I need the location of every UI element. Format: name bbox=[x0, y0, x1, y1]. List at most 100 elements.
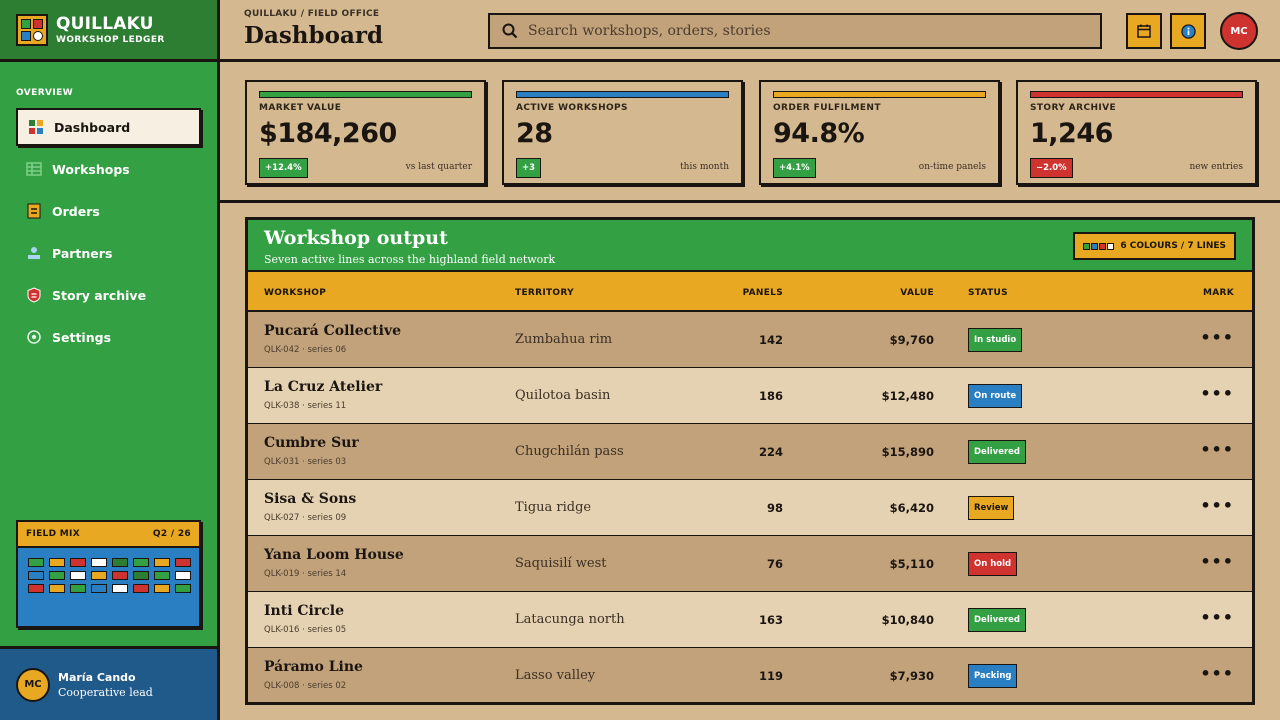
status-badge: Review bbox=[968, 496, 1015, 520]
col-mark: MARK bbox=[1202, 288, 1234, 298]
sidebar-item-settings[interactable]: Settings bbox=[16, 318, 201, 356]
status-badge: On route bbox=[968, 384, 1023, 408]
calendar-button[interactable] bbox=[1126, 13, 1162, 49]
kpi-accent-bar bbox=[259, 91, 472, 98]
workshop-name[interactable]: Pucará Collective bbox=[264, 323, 401, 339]
workshop-name[interactable]: Inti Circle bbox=[264, 603, 344, 619]
sidebar-item-label: Workshops bbox=[52, 161, 130, 177]
kpi-note: on-time panels bbox=[918, 162, 986, 172]
sidebar-item-story-archive[interactable]: Story archive bbox=[16, 276, 201, 314]
more-options-icon[interactable]: ••• bbox=[1200, 496, 1234, 515]
mix-cell bbox=[70, 584, 86, 593]
mix-cell bbox=[175, 558, 191, 567]
breadcrumb: QUILLAKU / FIELD OFFICE bbox=[244, 9, 380, 19]
user-name: María Cando bbox=[58, 670, 136, 684]
mix-cell bbox=[49, 584, 65, 593]
value-amount: $9,760 bbox=[889, 333, 934, 347]
table-row[interactable]: Sisa & Sons QLK-027 · series 09 Tigua ridg… bbox=[248, 480, 1252, 536]
workshop-name[interactable]: Sisa & Sons bbox=[264, 491, 356, 507]
sidebar-item-label: Dashboard bbox=[54, 119, 131, 135]
colour-legend-chip[interactable]: 6 COLOURS / 7 LINES bbox=[1073, 232, 1236, 260]
workshop-name[interactable]: Páramo Line bbox=[264, 659, 363, 675]
workshop-code: QLK-019 · series 14 bbox=[264, 569, 347, 579]
kpi-label: MARKET VALUE bbox=[259, 103, 342, 113]
table-row[interactable]: Cumbre Sur QLK-031 · series 03 Chugchilán … bbox=[248, 424, 1252, 480]
table-row[interactable]: Inti Circle QLK-016 · series 05 Latacunga … bbox=[248, 592, 1252, 648]
info-button[interactable] bbox=[1170, 13, 1206, 49]
user-card[interactable]: MC María Cando Cooperative lead bbox=[0, 646, 217, 720]
section-divider bbox=[220, 200, 1280, 203]
table-row[interactable]: Yana Loom House QLK-019 · series 14 Saquis… bbox=[248, 536, 1252, 592]
more-options-icon[interactable]: ••• bbox=[1200, 440, 1234, 459]
mix-cell bbox=[154, 584, 170, 593]
workshop-name[interactable]: Cumbre Sur bbox=[264, 435, 359, 451]
more-options-icon[interactable]: ••• bbox=[1200, 552, 1234, 571]
panel-count: 98 bbox=[766, 501, 783, 515]
brand[interactable]: QUILLAKU WORKSHOP LEDGER bbox=[0, 0, 217, 62]
sidebar-item-label: Partners bbox=[52, 245, 113, 261]
mix-cell bbox=[175, 584, 191, 593]
gear-icon bbox=[26, 329, 42, 345]
more-options-icon[interactable]: ••• bbox=[1200, 664, 1234, 683]
mix-cell bbox=[133, 571, 149, 580]
sidebar-item-orders[interactable]: Orders bbox=[16, 192, 201, 230]
mix-cell bbox=[175, 571, 191, 580]
brand-logo-icon bbox=[16, 13, 48, 46]
calendar-icon bbox=[1137, 24, 1151, 38]
status-badge: On hold bbox=[968, 552, 1018, 576]
kpi-card[interactable]: MARKET VALUE $184,260 +12.4% vs last quarte… bbox=[245, 80, 486, 185]
kpi-delta-badge: −2.0% bbox=[1030, 158, 1073, 178]
sidebar-item-workshops[interactable]: Workshops bbox=[16, 150, 201, 188]
kpi-accent-bar bbox=[773, 91, 986, 98]
panel-count: 76 bbox=[766, 557, 783, 571]
grid-icon bbox=[28, 119, 44, 135]
kpi-card[interactable]: STORY ARCHIVE 1,246 −2.0% new entries bbox=[1016, 80, 1257, 185]
kpi-delta-badge: +12.4% bbox=[259, 158, 308, 178]
mix-cell bbox=[70, 571, 86, 580]
kpi-accent-bar bbox=[516, 91, 729, 98]
partner-icon bbox=[26, 245, 42, 261]
col-status[interactable]: STATUS bbox=[968, 288, 1008, 298]
status-badge: Packing bbox=[968, 664, 1018, 688]
table-body: Pucará Collective QLK-042 · series 06 Zumb… bbox=[248, 312, 1252, 702]
field-mix-title: FIELD MIX bbox=[26, 529, 80, 539]
sidebar-item-dashboard[interactable]: Dashboard bbox=[16, 108, 201, 146]
territory: Chugchilán pass bbox=[515, 444, 624, 459]
top-header: QUILLAKU / FIELD OFFICE Dashboard MC bbox=[220, 0, 1280, 62]
col-value[interactable]: VALUE bbox=[900, 288, 934, 298]
more-options-icon[interactable]: ••• bbox=[1200, 328, 1234, 347]
kpi-delta-badge: +3 bbox=[516, 158, 542, 178]
swatch-icon bbox=[1091, 242, 1099, 250]
panel-count: 224 bbox=[758, 445, 783, 459]
table-row[interactable]: Páramo Line QLK-008 · series 02 Lasso vall… bbox=[248, 648, 1252, 702]
info-icon bbox=[1180, 23, 1196, 39]
table-row[interactable]: Pucará Collective QLK-042 · series 06 Zumb… bbox=[248, 312, 1252, 368]
territory: Tigua ridge bbox=[515, 500, 592, 515]
mix-cell bbox=[49, 571, 65, 580]
mix-cell bbox=[49, 558, 65, 567]
kpi-value: $184,260 bbox=[259, 118, 397, 149]
orders-icon bbox=[26, 203, 42, 219]
table-icon bbox=[26, 161, 42, 177]
kpi-card[interactable]: ACTIVE WORKSHOPS 28 +3 this month bbox=[502, 80, 743, 185]
more-options-icon[interactable]: ••• bbox=[1200, 608, 1234, 627]
field-mix-grid bbox=[18, 548, 199, 593]
search-bar[interactable] bbox=[488, 13, 1102, 49]
territory: Lasso valley bbox=[515, 668, 596, 683]
kpi-card[interactable]: ORDER FULFILMENT 94.8% +4.1% on-time panels bbox=[759, 80, 1000, 185]
col-panels[interactable]: PANELS bbox=[743, 288, 783, 298]
field-mix-period: Q2 / 26 bbox=[152, 529, 191, 539]
kpi-label: ORDER FULFILMENT bbox=[773, 103, 881, 113]
mix-cell bbox=[91, 558, 107, 567]
page-title: Dashboard bbox=[244, 22, 384, 49]
workshop-name[interactable]: Yana Loom House bbox=[264, 547, 404, 563]
field-mix-card: FIELD MIX Q2 / 26 bbox=[16, 520, 201, 628]
workshop-name[interactable]: La Cruz Atelier bbox=[264, 379, 382, 395]
table-row[interactable]: La Cruz Atelier QLK-038 · series 11 Quilot… bbox=[248, 368, 1252, 424]
more-options-icon[interactable]: ••• bbox=[1200, 384, 1234, 403]
profile-avatar[interactable]: MC bbox=[1220, 12, 1258, 50]
col-territory[interactable]: TERRITORY bbox=[515, 288, 574, 298]
search-input[interactable] bbox=[528, 23, 1088, 39]
col-workshop[interactable]: WORKSHOP bbox=[264, 288, 326, 298]
sidebar-item-partners[interactable]: Partners bbox=[16, 234, 201, 272]
